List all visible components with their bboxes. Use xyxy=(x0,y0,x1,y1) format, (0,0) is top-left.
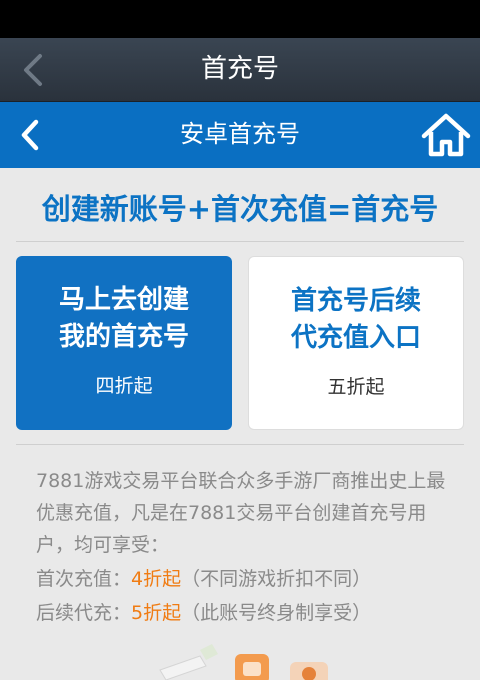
create-card-discount: 四折起 xyxy=(95,375,153,397)
follow-recharge-line: 后续代充：5折起（此账号终身制享受） xyxy=(36,597,371,629)
nav-bar: 安卓首充号 xyxy=(0,102,480,168)
first-recharge-line: 首次充值：4折起（不同游戏折扣不同） xyxy=(36,563,371,595)
nav-title: 安卓首充号 xyxy=(180,120,300,148)
status-bar xyxy=(0,0,480,38)
first-recharge-note: （不同游戏折扣不同） xyxy=(181,568,372,590)
divider xyxy=(16,241,464,242)
create-account-card[interactable]: 马上去创建 我的首充号 四折起 xyxy=(16,256,232,430)
promo-illustration xyxy=(140,640,340,680)
follow-recharge-label: 后续代充： xyxy=(36,602,132,624)
follow-recharge-card[interactable]: 首充号后续 代充值入口 五折起 xyxy=(248,256,464,430)
first-recharge-label: 首次充值： xyxy=(36,568,132,590)
app-title: 首充号 xyxy=(200,54,279,84)
divider xyxy=(16,444,464,445)
app-bar: 首充号 xyxy=(0,38,480,102)
create-card-label: 马上去创建 我的首充号 xyxy=(58,285,189,352)
headline: 创建新账号+首次充值=首充号 xyxy=(41,192,439,226)
first-recharge-value: 4折起 xyxy=(131,568,182,590)
recharge-card-label: 首充号后续 代充值入口 xyxy=(290,286,421,353)
follow-recharge-value: 5折起 xyxy=(131,602,182,624)
recharge-card-discount: 五折起 xyxy=(327,376,385,398)
follow-recharge-note: （此账号终身制享受） xyxy=(181,602,372,624)
description-text: 7881游戏交易平台联合众多手游厂商推出史上最优惠充值，凡是在7881交易平台创… xyxy=(36,470,446,556)
home-icon[interactable] xyxy=(420,110,472,160)
